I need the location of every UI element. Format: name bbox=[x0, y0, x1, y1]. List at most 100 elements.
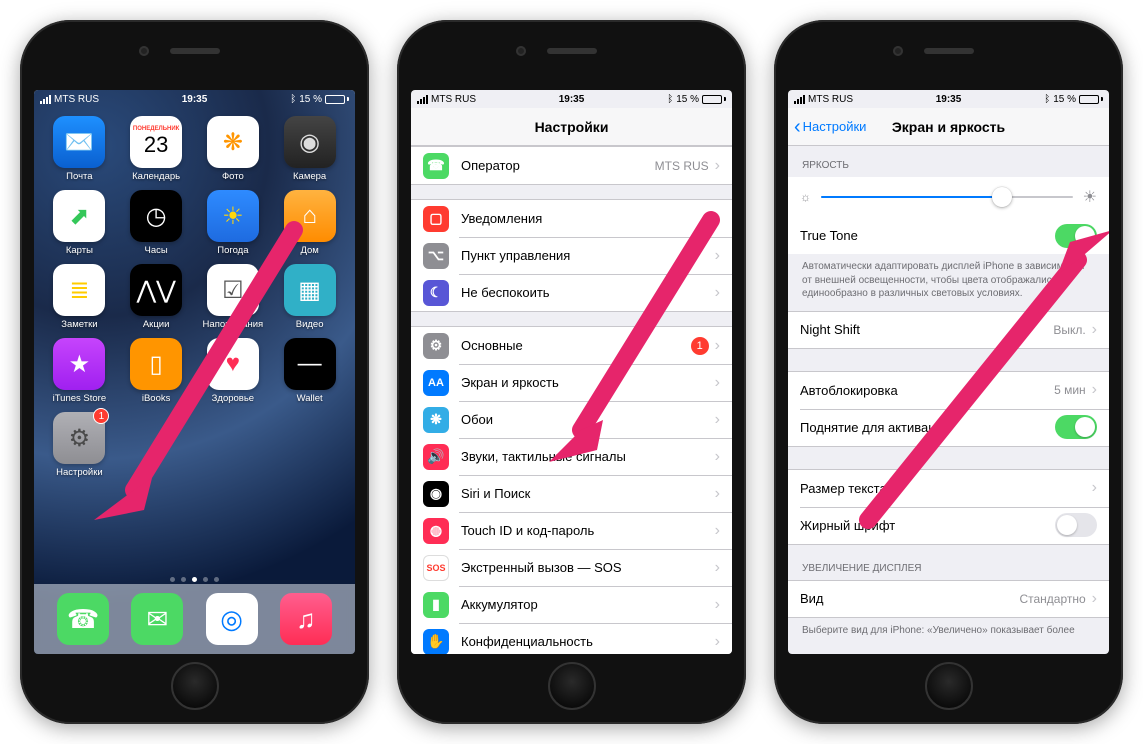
row-label: Night Shift bbox=[800, 322, 1053, 337]
bluetooth-icon: ᛒ bbox=[1044, 94, 1050, 105]
carrier-label: MTS RUS bbox=[808, 94, 853, 105]
app-icon-календарь[interactable]: ПОНЕДЕЛЬНИК23Календарь bbox=[123, 116, 190, 182]
status-bar: MTS RUS 19:35 ᛒ 15 % bbox=[34, 90, 355, 108]
section-gap bbox=[411, 184, 732, 200]
app-glyph: ❋ bbox=[207, 116, 259, 168]
app-icon-почта[interactable]: ✉️Почта bbox=[46, 116, 113, 182]
row-auto-lock[interactable]: Автоблокировка 5 мин › bbox=[788, 372, 1109, 409]
sun-small-icon: ☼ bbox=[800, 190, 811, 204]
settings-row-gear[interactable]: ⚙︎Основные1› bbox=[411, 327, 732, 364]
app-glyph: ⌂ bbox=[284, 190, 336, 242]
AA-icon: AA bbox=[423, 370, 449, 396]
toggle-bold-text[interactable] bbox=[1055, 513, 1097, 537]
app-icon-wallet[interactable]: —Wallet bbox=[276, 338, 343, 404]
home-button[interactable] bbox=[171, 662, 219, 710]
back-label: Настройки bbox=[803, 119, 867, 134]
app-icon-настройки[interactable]: ⚙︎1Настройки bbox=[46, 412, 113, 478]
row-night-shift[interactable]: Night Shift Выкл. › bbox=[788, 311, 1109, 348]
chevron-right-icon: › bbox=[1092, 479, 1097, 497]
badge: 1 bbox=[93, 408, 109, 424]
settings-row-moon[interactable]: ☾Не беспокоить› bbox=[411, 274, 732, 311]
app-icon-камера[interactable]: ◉Камера bbox=[276, 116, 343, 182]
settings-row-batt[interactable]: ▮Аккумулятор› bbox=[411, 586, 732, 623]
row-label: Размер текста bbox=[800, 481, 1092, 496]
app-label: Карты bbox=[66, 245, 93, 256]
bluetooth-icon: ᛒ bbox=[290, 94, 296, 105]
chevron-right-icon: › bbox=[715, 210, 720, 228]
app-icon-видео[interactable]: ▦Видео bbox=[276, 264, 343, 330]
settings-row-sos[interactable]: SOSЭкстренный вызов — SOS› bbox=[411, 549, 732, 586]
row-bold-text[interactable]: Жирный шрифт bbox=[788, 507, 1109, 544]
toggle-raise-to-wake[interactable] bbox=[1055, 415, 1097, 439]
app-icon-напоминания[interactable]: ☑︎Напоминания bbox=[200, 264, 267, 330]
row-label: Touch ID и код-пароль bbox=[461, 523, 715, 538]
page-dots[interactable] bbox=[34, 577, 355, 582]
app-glyph: ⬈ bbox=[53, 190, 105, 242]
battery-pct: 15 % bbox=[1053, 94, 1076, 105]
app-icon-здоровье[interactable]: ♥︎Здоровье bbox=[200, 338, 267, 404]
row-label: Конфиденциальность bbox=[461, 634, 715, 649]
app-label: iTunes Store bbox=[53, 393, 107, 404]
dock-music[interactable]: ♫ bbox=[280, 593, 332, 645]
row-badge: 1 bbox=[691, 337, 709, 355]
chevron-right-icon: › bbox=[715, 559, 720, 577]
battery-icon bbox=[325, 95, 349, 104]
dock-safari[interactable]: ◎ bbox=[206, 593, 258, 645]
home-button[interactable] bbox=[548, 662, 596, 710]
dock: ☎︎ ✉︎ ◎ ♫ bbox=[34, 584, 355, 654]
app-icon-дом[interactable]: ⌂Дом bbox=[276, 190, 343, 256]
home-button[interactable] bbox=[925, 662, 973, 710]
row-value: MTS RUS bbox=[655, 159, 709, 173]
true-tone-footer: Автоматически адаптировать дисплей iPhon… bbox=[788, 254, 1109, 311]
row-label: Оператор bbox=[461, 158, 655, 173]
settings-row-cc[interactable]: ⌥Пункт управления› bbox=[411, 237, 732, 274]
app-label: iBooks bbox=[142, 393, 171, 404]
settings-row-touch[interactable]: ◍Touch ID и код-пароль› bbox=[411, 512, 732, 549]
app-icon-фото[interactable]: ❋Фото bbox=[200, 116, 267, 182]
status-time: 19:35 bbox=[182, 94, 208, 105]
app-icon-акции[interactable]: ⋀⋁Акции bbox=[123, 264, 190, 330]
chevron-right-icon: › bbox=[1092, 321, 1097, 339]
brightness-screen: MTS RUS 19:35 ᛒ 15 % ‹ Настройки Экран и… bbox=[788, 90, 1109, 654]
settings-row-AA[interactable]: AAЭкран и яркость› bbox=[411, 364, 732, 401]
settings-row-hand[interactable]: ✋Конфиденциальность› bbox=[411, 623, 732, 654]
section-header-zoom: УВЕЛИЧЕНИЕ ДИСПЛЕЯ bbox=[788, 544, 1109, 580]
flower-icon: ❋ bbox=[423, 407, 449, 433]
settings-row-notif[interactable]: ▢Уведомления› bbox=[411, 200, 732, 237]
app-glyph: ⋀⋁ bbox=[130, 264, 182, 316]
settings-row-phone[interactable]: ☎︎ОператорMTS RUS› bbox=[411, 147, 732, 184]
app-icon-заметки[interactable]: ≣Заметки bbox=[46, 264, 113, 330]
app-icon-itunes store[interactable]: ★iTunes Store bbox=[46, 338, 113, 404]
app-icon-ibooks[interactable]: ▯iBooks bbox=[123, 338, 190, 404]
settings-row-flower[interactable]: ❋Обои› bbox=[411, 401, 732, 438]
status-time: 19:35 bbox=[936, 94, 962, 105]
view-footer: Выберите вид для iPhone: «Увеличено» пок… bbox=[788, 617, 1109, 648]
row-view[interactable]: Вид Стандартно › bbox=[788, 580, 1109, 617]
row-text-size[interactable]: Размер текста › bbox=[788, 470, 1109, 507]
settings-row-siri[interactable]: ◉Siri и Поиск› bbox=[411, 475, 732, 512]
settings-row-sound[interactable]: 🔊Звуки, тактильные сигналы› bbox=[411, 438, 732, 475]
app-glyph: ◷ bbox=[130, 190, 182, 242]
app-icon-часы[interactable]: ◷Часы bbox=[123, 190, 190, 256]
sound-icon: 🔊 bbox=[423, 444, 449, 470]
settings-list[interactable]: ☎︎ОператорMTS RUS› ▢Уведомления›⌥Пункт уп… bbox=[411, 146, 732, 654]
section-gap bbox=[788, 446, 1109, 470]
row-label: Автоблокировка bbox=[800, 383, 1054, 398]
dock-messages[interactable]: ✉︎ bbox=[131, 593, 183, 645]
app-icon-погода[interactable]: ☀︎Погода bbox=[200, 190, 267, 256]
brightness-slider[interactable] bbox=[821, 188, 1073, 206]
chevron-right-icon: › bbox=[715, 522, 720, 540]
row-raise-to-wake[interactable]: Поднятие для активации bbox=[788, 409, 1109, 446]
app-icon-карты[interactable]: ⬈ Карты bbox=[46, 190, 113, 256]
chevron-right-icon: › bbox=[715, 596, 720, 614]
chevron-right-icon: › bbox=[715, 485, 720, 503]
dock-phone[interactable]: ☎︎ bbox=[57, 593, 109, 645]
row-true-tone[interactable]: True Tone bbox=[788, 217, 1109, 254]
status-bar: MTS RUS 19:35 ᛒ 15 % bbox=[411, 90, 732, 108]
siri-icon: ◉ bbox=[423, 481, 449, 507]
chevron-right-icon: › bbox=[715, 633, 720, 651]
section-header-brightness: ЯРКОСТЬ bbox=[788, 146, 1109, 177]
back-button[interactable]: ‹ Настройки bbox=[794, 117, 866, 137]
row-label: Обои bbox=[461, 412, 715, 427]
toggle-true-tone[interactable] bbox=[1055, 224, 1097, 248]
